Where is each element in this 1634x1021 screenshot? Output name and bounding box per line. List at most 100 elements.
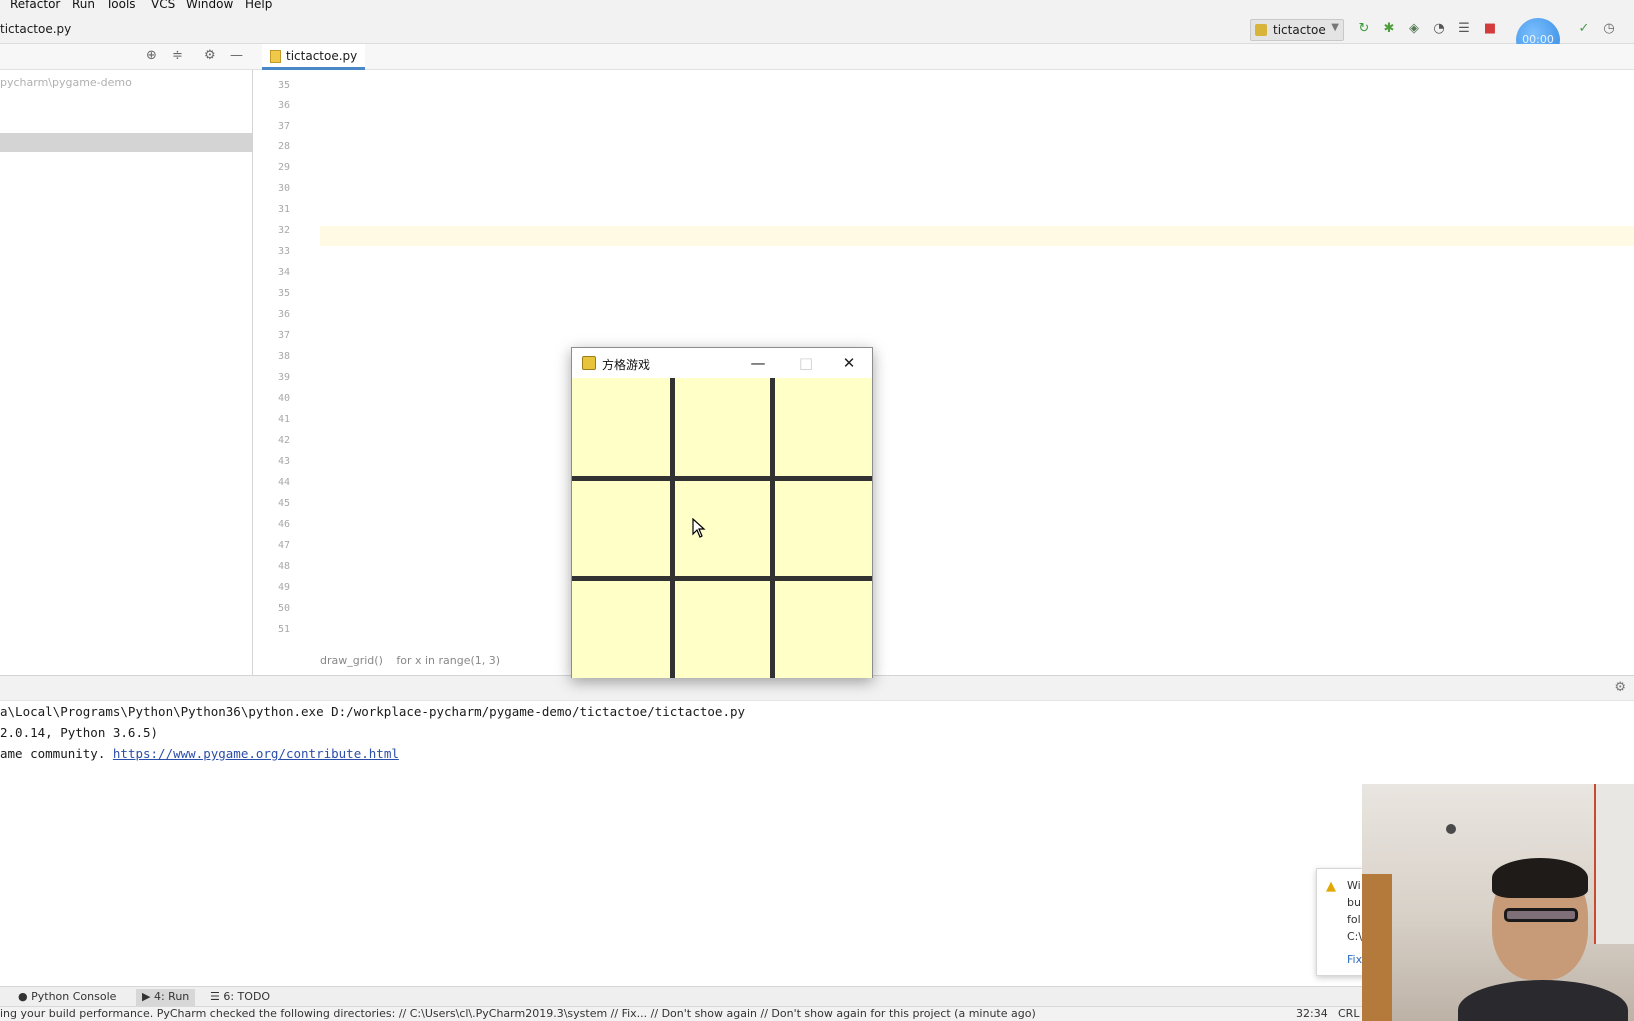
pygame-window[interactable]: 方格游戏 — □ ✕	[571, 347, 873, 678]
line-number: 43	[277, 456, 290, 467]
tab-label: tictactoe.py	[286, 49, 358, 63]
caret-position[interactable]: 32:34	[1296, 1007, 1328, 1020]
debug-icon[interactable]: ✱	[1381, 21, 1397, 37]
grid-line-vertical	[670, 378, 675, 678]
editor-breadcrumb: draw_grid() for x in range(1, 3)	[320, 654, 510, 667]
console-line: 2.0.14, Python 3.6.5)	[0, 725, 159, 740]
build-icon[interactable]: ☰	[1456, 21, 1472, 37]
line-number: 37	[277, 121, 290, 132]
line-number: 35	[277, 80, 290, 91]
selected-tree-row[interactable]	[0, 133, 253, 152]
line-number: 47	[277, 540, 290, 551]
console-line: a\Local\Programs\Python\Python36\python.…	[0, 704, 746, 719]
breadcrumb-function[interactable]: draw_grid()	[320, 654, 383, 667]
warning-icon: ▲	[1326, 879, 1336, 894]
notification-text: C:\	[1347, 930, 1363, 943]
rerun-icon[interactable]: ↻	[1356, 21, 1372, 37]
project-tree: pycharm\pygame-demo	[0, 70, 253, 675]
presenter-glasses	[1504, 908, 1578, 922]
python-file-icon	[270, 50, 281, 63]
project-root-path[interactable]: pycharm\pygame-demo	[0, 76, 132, 89]
line-number-gutter: 35 36 37 28 29 30 31 32 33 34 35 36 37 3…	[254, 70, 320, 650]
line-number: 35	[277, 288, 290, 299]
tool-python-console-label: Python Console	[31, 990, 117, 1003]
line-number: 42	[277, 435, 290, 446]
webcam-wall-mark	[1446, 824, 1456, 834]
gear-icon[interactable]: ⚙	[1614, 680, 1626, 695]
hide-panel-icon[interactable]: —	[230, 48, 243, 63]
line-number: 48	[277, 561, 290, 572]
status-message[interactable]: ing your build performance. PyCharm chec…	[0, 1007, 1036, 1020]
tool-python-console[interactable]: ● Python Console	[12, 989, 122, 1006]
line-number: 50	[277, 603, 290, 614]
line-number: 30	[277, 183, 290, 194]
pygame-snake-icon	[582, 356, 596, 370]
line-number: 46	[277, 519, 290, 530]
current-line-highlight	[320, 226, 1634, 246]
grid-line-horizontal	[572, 576, 872, 581]
tool-run[interactable]: ▶ 4: Run	[136, 989, 196, 1006]
grid-line-vertical	[770, 378, 775, 678]
run-configuration-select[interactable]: tictactoe ▼	[1250, 19, 1344, 41]
line-number: 36	[277, 309, 290, 320]
locate-file-icon[interactable]: ⊕	[146, 48, 157, 63]
console-text: ame community.	[0, 746, 113, 761]
notification-fix-link[interactable]: Fix	[1347, 953, 1362, 966]
line-number: 33	[277, 246, 290, 257]
editor-tabs: tictactoe.py	[254, 44, 1634, 70]
line-number: 40	[277, 393, 290, 404]
tab-tictactoe[interactable]: tictactoe.py	[262, 44, 366, 70]
line-number: 37	[277, 330, 290, 341]
pygame-window-title: 方格游戏	[602, 358, 651, 372]
line-number: 44	[277, 477, 290, 488]
line-number: 49	[277, 582, 290, 593]
contribute-link[interactable]: https://www.pygame.org/contribute.html	[113, 746, 399, 761]
notification-text: bu	[1347, 896, 1361, 909]
nav-file-crumb[interactable]: tictactoe.py	[0, 22, 71, 36]
tool-run-label: 4: Run	[153, 990, 190, 1003]
coverage-icon[interactable]: ◈	[1406, 21, 1422, 37]
tictactoe-board[interactable]	[572, 378, 872, 678]
line-number: 51	[277, 624, 290, 635]
tool-todo[interactable]: ☰ 6: TODO	[204, 989, 276, 1006]
webcam-overlay	[1362, 784, 1634, 1021]
line-number: 31	[277, 204, 290, 215]
stop-icon[interactable]: ■	[1482, 21, 1498, 37]
menu-window[interactable]: Window	[186, 0, 233, 11]
line-number: 29	[277, 162, 290, 173]
console-line: ame community. https://www.pygame.org/co…	[0, 744, 399, 764]
presenter-body	[1458, 980, 1628, 1021]
line-number: 41	[277, 414, 290, 425]
pygame-titlebar[interactable]: 方格游戏 — □ ✕	[572, 348, 872, 378]
vcs-commit-icon[interactable]: ✓	[1576, 21, 1592, 37]
menu-vcs[interactable]: VCS	[151, 0, 175, 11]
grid-line-horizontal	[572, 476, 872, 481]
presenter-hair	[1492, 858, 1588, 898]
webcam-background-shelf	[1362, 874, 1392, 1021]
gear-icon[interactable]: ⚙	[204, 48, 216, 63]
maximize-button: □	[798, 354, 814, 372]
minimize-button[interactable]: —	[746, 352, 770, 374]
breadcrumb-loop[interactable]: for x in range(1, 3)	[396, 654, 500, 667]
notification-text: fol	[1347, 913, 1361, 926]
line-separator[interactable]: CRL	[1338, 1007, 1359, 1020]
history-clock-icon[interactable]: ◷	[1601, 21, 1617, 37]
project-toolbar: ⊕ ≑ ⚙ —	[0, 44, 254, 70]
collapse-all-icon[interactable]: ≑	[172, 48, 183, 63]
profile-icon[interactable]: ◔	[1431, 21, 1447, 37]
menu-tools[interactable]: Tools	[106, 0, 136, 11]
line-number: 28	[277, 141, 290, 152]
menu-run[interactable]: Run	[72, 0, 95, 11]
menu-refactor[interactable]: Refactor	[10, 0, 60, 11]
chevron-down-icon: ▼	[1331, 22, 1339, 33]
line-number: 36	[277, 100, 290, 111]
tool-todo-label: 6: TODO	[223, 990, 271, 1003]
close-button[interactable]: ✕	[837, 352, 861, 374]
notification-text: Wi	[1347, 879, 1361, 892]
run-panel-header: ⚙	[0, 675, 1634, 701]
run-configuration-label: tictactoe	[1273, 23, 1326, 37]
webcam-background-door	[1594, 784, 1634, 944]
line-number: 32	[277, 225, 290, 236]
code-editor[interactable]	[320, 70, 1634, 650]
menu-help[interactable]: Help	[245, 0, 272, 11]
